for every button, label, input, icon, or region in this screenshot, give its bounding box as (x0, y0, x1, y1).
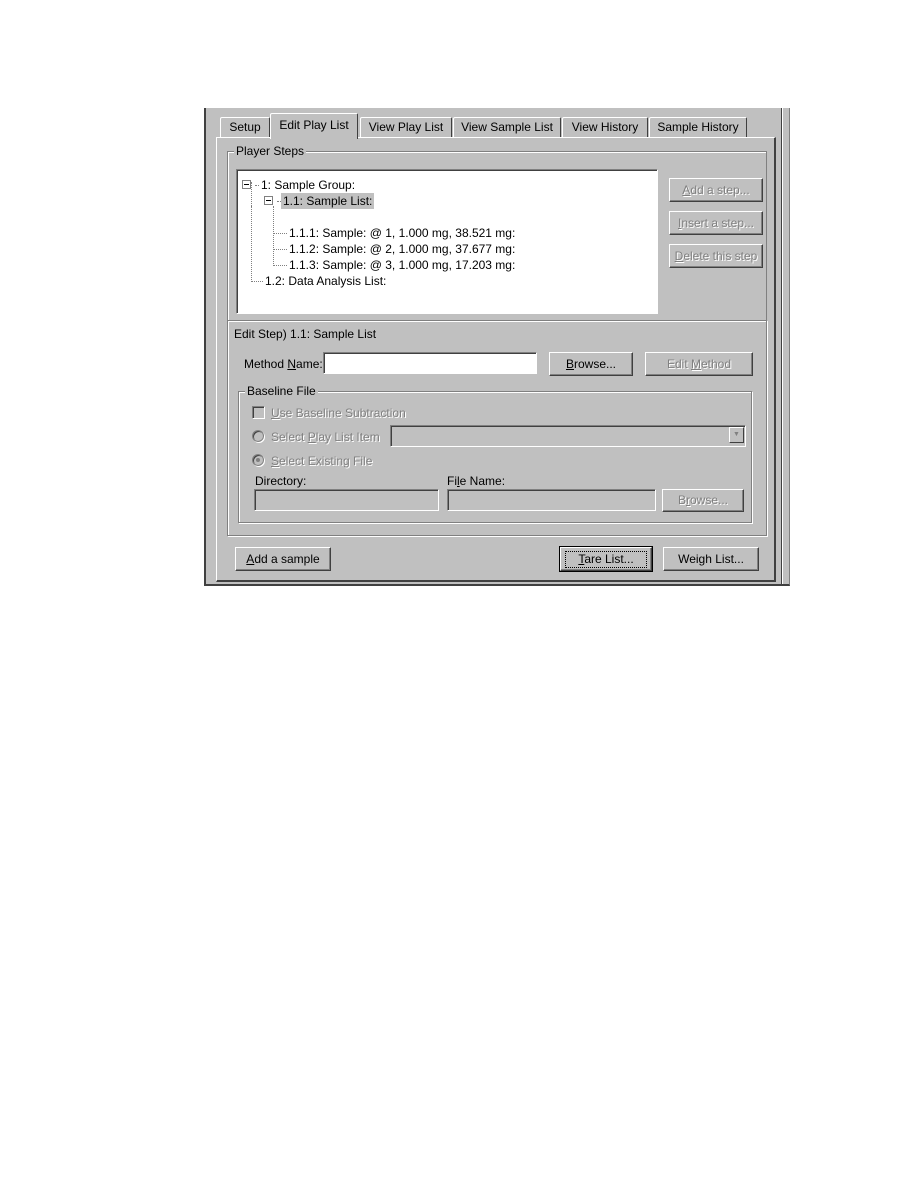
player-steps-tree[interactable]: 1: Sample Group: 1.1: Sample List: 1.1.1… (236, 169, 658, 314)
tab-sample-history[interactable]: Sample History (649, 117, 747, 137)
add-step-button[interactable]: Add a step... (669, 178, 763, 202)
label-part: dd a sample (254, 551, 320, 566)
collapse-icon[interactable] (242, 180, 251, 189)
label-part: Edit (666, 356, 691, 371)
tare-list-button[interactable]: Tare List... (559, 546, 653, 572)
directory-input[interactable] (254, 489, 439, 511)
use-baseline-checkbox[interactable] (252, 406, 265, 419)
tree-line (255, 185, 259, 186)
label-part: Fi (447, 474, 457, 488)
tree-line (273, 249, 287, 250)
mnemonic: S (271, 454, 280, 468)
select-existing-file-label: Select Existing File (271, 454, 372, 468)
tree-item-sample-group[interactable]: 1: Sample Group: (261, 177, 355, 193)
method-name-input[interactable] (323, 352, 537, 374)
play-list-item-dropdown[interactable]: ▼ (390, 425, 746, 447)
mnemonic: B (565, 356, 574, 371)
browse-file-button[interactable]: Browse... (662, 489, 744, 512)
baseline-file-legend: Baseline File (245, 384, 318, 398)
focus-ring: Tare List... (565, 550, 647, 568)
tree-line (273, 233, 287, 234)
dialog-frame: Setup Edit Play List View Play List View… (204, 108, 790, 586)
weigh-list-button[interactable]: Weigh List... (663, 547, 759, 571)
frame-border (781, 108, 783, 584)
tree-item-sample[interactable]: 1.1.1: Sample: @ 1, 1.000 mg, 38.521 mg: (289, 225, 515, 241)
label-part: se Baseline Subtraction (279, 406, 406, 420)
label-part: ethod (700, 356, 732, 371)
tree-line (273, 206, 274, 266)
baseline-file-group: Baseline File Use Baseline Subtraction S… (238, 384, 752, 523)
tab-edit-play-list[interactable]: Edit Play List (270, 113, 358, 139)
tree-item-sample[interactable]: 1.1.2: Sample: @ 2, 1.000 mg, 37.677 mg: (289, 241, 515, 257)
tab-setup[interactable]: Setup (220, 117, 270, 137)
label-part: owse... (690, 493, 729, 507)
label-part: Method (244, 357, 288, 371)
insert-step-button[interactable]: Insert a step... (669, 211, 763, 235)
edit-step-title: Edit Step) 1.1: Sample List (234, 327, 377, 341)
collapse-icon[interactable] (264, 196, 273, 205)
tab-view-history[interactable]: View History (562, 117, 648, 137)
mnemonic: D (674, 248, 684, 263)
file-name-input[interactable] (447, 489, 656, 511)
edit-method-button[interactable]: Edit Method (645, 352, 753, 376)
label-part: B (677, 493, 686, 507)
tree-line (251, 206, 252, 282)
select-play-list-item-radio[interactable] (252, 430, 264, 442)
select-existing-file-radio[interactable] (252, 454, 264, 466)
label-part: nsert a step... (681, 215, 755, 230)
use-baseline-label: Use Baseline Subtraction (271, 406, 406, 420)
tree-line (251, 281, 263, 282)
browse-method-button[interactable]: Browse... (549, 352, 633, 376)
mnemonic: N (287, 357, 297, 371)
edit-play-list-panel: Player Steps 1: Sample Group: 1.1: Sampl… (216, 137, 776, 582)
player-steps-legend: Player Steps (234, 144, 307, 158)
chevron-down-icon[interactable]: ▼ (729, 427, 744, 443)
label-part: elete this step (683, 248, 758, 263)
mnemonic: P (307, 430, 316, 444)
add-sample-button[interactable]: Add a sample (235, 547, 331, 571)
tab-view-play-list[interactable]: View Play List (360, 117, 452, 137)
directory-label: Directory: (255, 474, 307, 488)
label-part: Select (271, 430, 308, 444)
label-part: dd a step... (690, 182, 750, 197)
mnemonic: U (271, 406, 280, 420)
tree-item-data-analysis-list[interactable]: 1.2: Data Analysis List: (265, 273, 386, 289)
delete-step-button[interactable]: Delete this step (669, 244, 763, 268)
label-part: elect Existing File (279, 454, 373, 468)
file-name-label: File Name: (447, 474, 505, 488)
player-steps-group: Player Steps 1: Sample Group: 1.1: Sampl… (227, 144, 767, 321)
select-play-list-item-label: Select Play List Item (271, 430, 380, 444)
label-part: are List... (584, 551, 634, 566)
mnemonic: M (690, 356, 701, 371)
tree-line (251, 182, 252, 206)
tree-item-sample[interactable]: 1.1.3: Sample: @ 3, 1.000 mg, 17.203 mg: (289, 257, 515, 273)
edit-step-section: Edit Step) 1.1: Sample List Method Name:… (227, 320, 767, 536)
label-part: e Name: (459, 474, 506, 488)
tab-view-sample-list[interactable]: View Sample List (453, 117, 561, 137)
label-part: lay List Item (315, 430, 380, 444)
tree-line (273, 265, 287, 266)
method-name-label: Method Name: (244, 357, 323, 371)
label-part: rowse... (574, 356, 617, 371)
label-part: ame: (296, 357, 323, 371)
tree-item-sample-list[interactable]: 1.1: Sample List: (281, 193, 375, 209)
